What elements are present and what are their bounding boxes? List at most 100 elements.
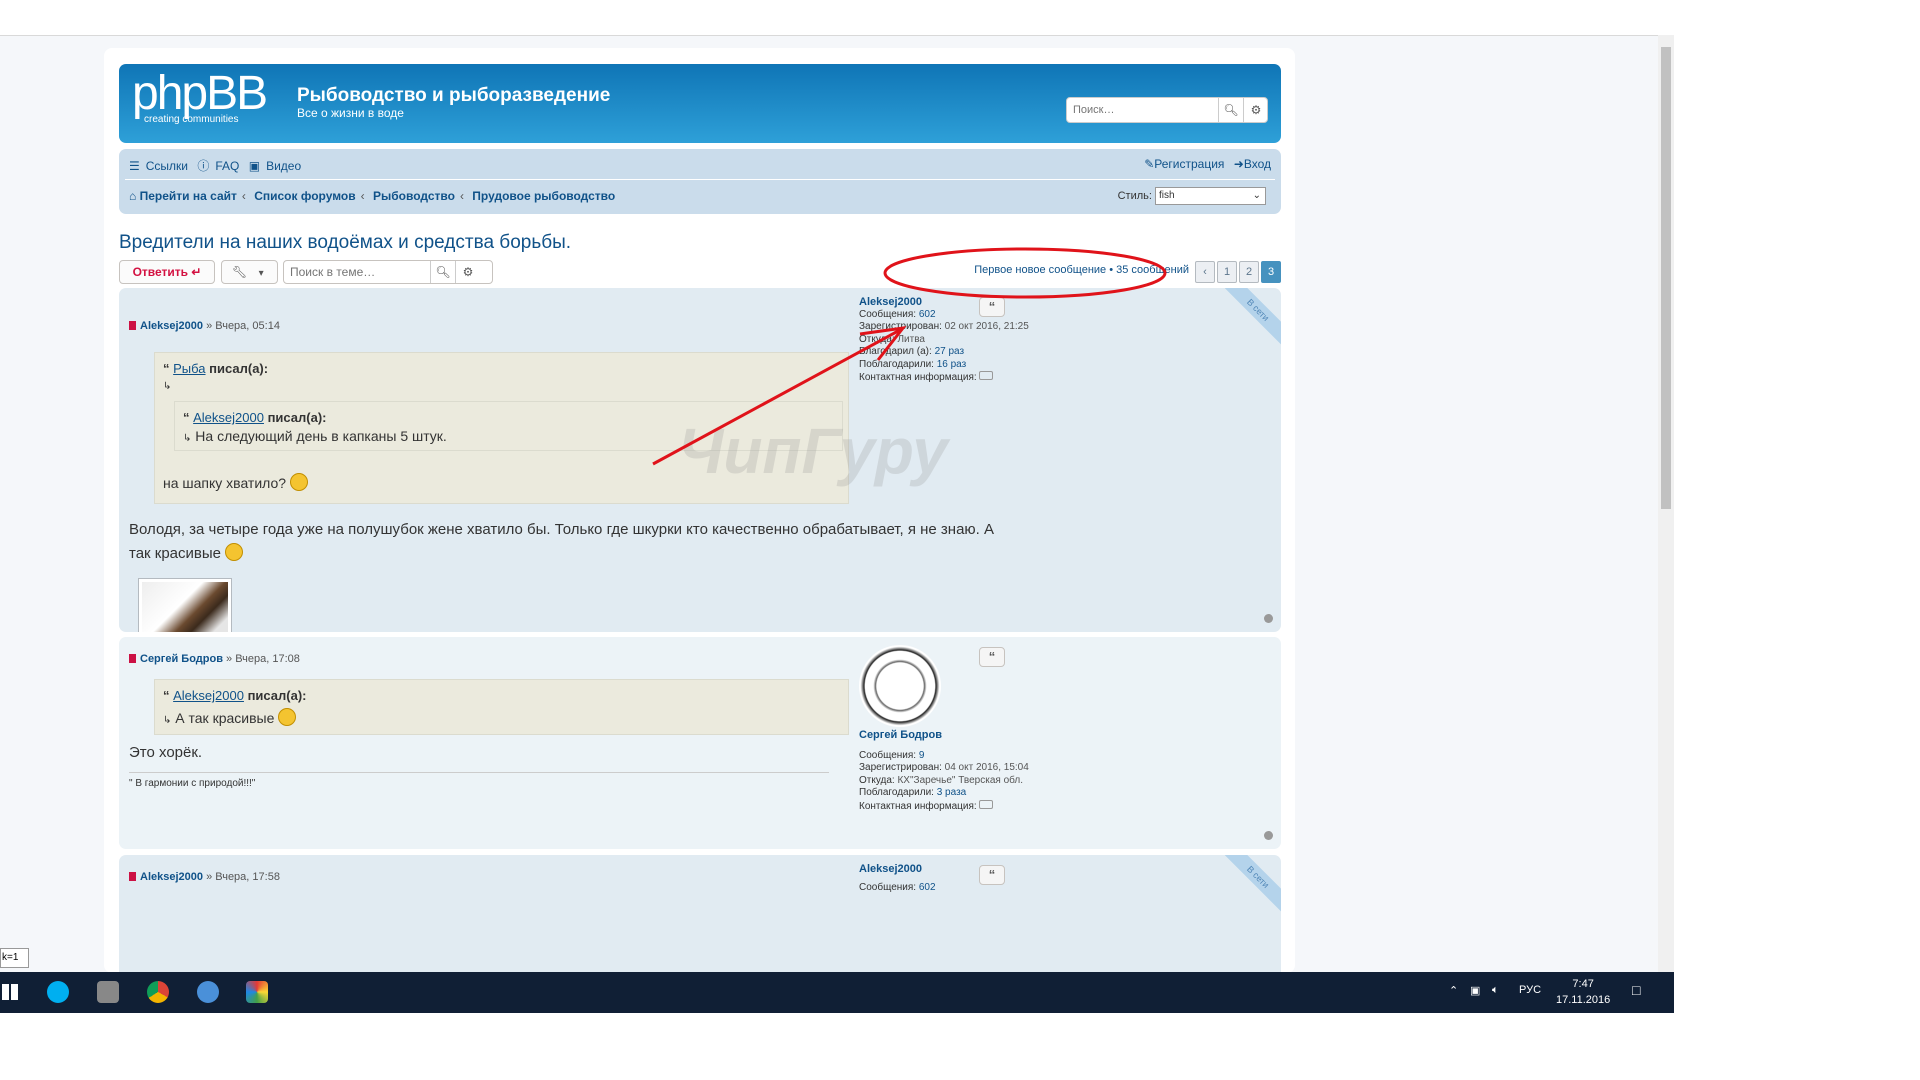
breadcrumb-separator: ‹ [459, 189, 464, 203]
profile-posts-value[interactable]: 9 [919, 750, 925, 761]
breadcrumb-separator: ‹ [241, 189, 246, 203]
profile-contact: Контактная информация: [859, 799, 1029, 814]
profile-from: Откуда: Литва [859, 334, 1029, 347]
quote-button[interactable]: “ [979, 865, 1005, 885]
post-header: Сергей Бодров » Вчера, 17:08 [129, 653, 300, 665]
page-scrollbar[interactable] [1658, 35, 1674, 972]
post-body: Это хорёк. [129, 744, 203, 761]
post-author[interactable]: Aleksej2000 [140, 320, 203, 332]
profile-posts-value[interactable]: 602 [919, 882, 936, 893]
quote-author-link[interactable]: Рыба [173, 361, 205, 376]
volume-icon[interactable]: 🔈︎ [1492, 984, 1499, 997]
chrome-icon[interactable] [147, 981, 169, 1003]
profile-was-thanked-value[interactable]: 3 раза [937, 787, 967, 798]
breadcrumb-forum-index[interactable]: Список форумов [254, 189, 355, 203]
page-link-1[interactable]: 1 [1217, 261, 1237, 283]
topic-search-input[interactable] [288, 264, 432, 280]
chevron-down-icon: ⌄ [1252, 190, 1261, 201]
clock-date: 17.11.2016 [1556, 994, 1611, 1006]
profile-posts-value[interactable]: 602 [919, 309, 936, 320]
profile-from-label: Откуда: [859, 774, 895, 786]
paint-icon[interactable] [97, 981, 119, 1003]
chat-bubble-icon[interactable] [979, 799, 994, 809]
side-tab[interactable]: k=1 [0, 948, 29, 968]
topic-tools-button[interactable]: 🔧︎ ▾ [221, 260, 278, 284]
menu-icon[interactable]: ☰ [129, 159, 140, 173]
phpbb-logo[interactable]: phpBB creating communities [132, 70, 268, 126]
post-author[interactable]: Сергей Бодров [140, 653, 223, 665]
smiley-icon [278, 708, 297, 726]
profile-name[interactable]: Aleksej2000 [859, 863, 936, 876]
windows-start-icon[interactable] [2, 984, 18, 1000]
style-select[interactable]: fish ⌄ [1155, 187, 1266, 205]
app-icon[interactable] [197, 981, 219, 1003]
site-search-input[interactable] [1071, 100, 1225, 120]
skype-icon[interactable] [47, 981, 69, 1003]
notifications-icon[interactable]: □ [1632, 982, 1640, 998]
nested-quote-author-link[interactable]: Aleksej2000 [193, 410, 264, 425]
forum-wrapper: phpBB creating communities Рыбоводство и… [104, 48, 1295, 973]
reply-button[interactable]: Ответить ↵ [119, 260, 215, 284]
topic-search: 🔍︎ ⚙ [283, 260, 493, 284]
post-author[interactable]: Aleksej2000 [140, 871, 203, 883]
style-value: fish [1159, 190, 1175, 201]
topic-title[interactable]: Вредители на наших водоёмах и средства б… [119, 232, 571, 254]
avatar [859, 645, 941, 727]
profile-contact-label: Контактная информация: [859, 372, 977, 383]
scrollbar-thumb[interactable] [1661, 47, 1671, 509]
browser-viewport: phpBB creating communities Рыбоводство и… [0, 0, 1674, 1013]
chat-bubble-icon[interactable] [979, 371, 994, 380]
goto-post-icon[interactable]: ↳ [163, 715, 171, 726]
profile-was-thanked-label: Поблагодарили: [859, 358, 934, 370]
page-link-3[interactable]: 3 [1261, 261, 1281, 283]
profile-name[interactable]: Aleksej2000 [859, 296, 1029, 309]
back-to-top-icon[interactable] [1264, 831, 1273, 840]
quote-says: писал(а): [209, 361, 269, 376]
profile-posts: Сообщения: 602 [859, 882, 936, 895]
author-profile: Aleksej2000 Сообщения: 602 Зарегистриров… [859, 296, 1029, 385]
profile-name[interactable]: Сергей Бодров [859, 729, 1029, 742]
smiley-icon [289, 473, 308, 491]
prev-page-button[interactable]: ‹ [1195, 261, 1215, 283]
video-link[interactable]: Видео [266, 159, 301, 173]
tray-chevron-icon[interactable]: ⌃ [1449, 984, 1458, 997]
online-badge: В сети [1211, 288, 1281, 358]
links-menu[interactable]: Ссылки [146, 159, 188, 173]
login-link[interactable]: Вход [1244, 157, 1271, 171]
faq-link[interactable]: FAQ [215, 159, 239, 173]
input-language[interactable]: РУС [1519, 984, 1541, 996]
taskbar-clock[interactable]: 7:47 17.11.2016 [1556, 976, 1610, 1008]
goto-post-icon[interactable]: ↳ [183, 433, 191, 444]
breadcrumb-site[interactable]: Перейти на сайт [140, 189, 237, 203]
post-icon [129, 654, 136, 663]
nested-quote-says: писал(а): [267, 410, 327, 425]
quote-header: “ Aleksej2000 писал(а): [163, 688, 307, 703]
browser-toolbar [0, 0, 1674, 36]
clock-time: 7:47 [1572, 978, 1594, 990]
register-link[interactable]: Регистрация [1154, 157, 1224, 171]
profile-spacer [859, 742, 1029, 750]
watermark: ЧипГуру [678, 415, 948, 487]
attached-image-thumbnail[interactable] [138, 578, 232, 632]
goto-post-icon[interactable]: ↳ [163, 381, 171, 392]
quote-button[interactable]: “ [979, 647, 1005, 667]
search-icon[interactable]: 🔍︎ [430, 261, 455, 283]
page-link-2[interactable]: 2 [1239, 261, 1259, 283]
quote-reply-text: на шапку хватило? [163, 473, 308, 491]
search-icon[interactable]: 🔍︎ [1218, 98, 1243, 122]
smiley-icon [225, 543, 244, 561]
gear-icon[interactable]: ⚙ [1243, 98, 1268, 122]
first-unread-link[interactable]: Первое новое сообщение • 35 сообщений [974, 264, 1189, 276]
profile-was-thanked-value[interactable]: 16 раз [937, 359, 967, 370]
profile-from-value: КХ"Заречье" Тверская обл. [897, 774, 1024, 786]
profile-from-value: Литва [897, 333, 925, 345]
breadcrumb-fish-farming[interactable]: Рыбоводство [373, 189, 455, 203]
breadcrumb-pond-farming[interactable]: Прудовое рыбоводство [472, 189, 615, 203]
quote-author-link[interactable]: Aleksej2000 [173, 688, 244, 703]
photos-icon[interactable] [246, 981, 268, 1003]
back-to-top-icon[interactable] [1264, 614, 1273, 623]
profile-was-thanked-label: Поблагодарили: [859, 787, 934, 798]
gear-icon[interactable]: ⚙ [455, 261, 480, 283]
network-icon[interactable]: ▣ [1470, 984, 1480, 997]
profile-thanked-value[interactable]: 27 раз [935, 346, 965, 357]
